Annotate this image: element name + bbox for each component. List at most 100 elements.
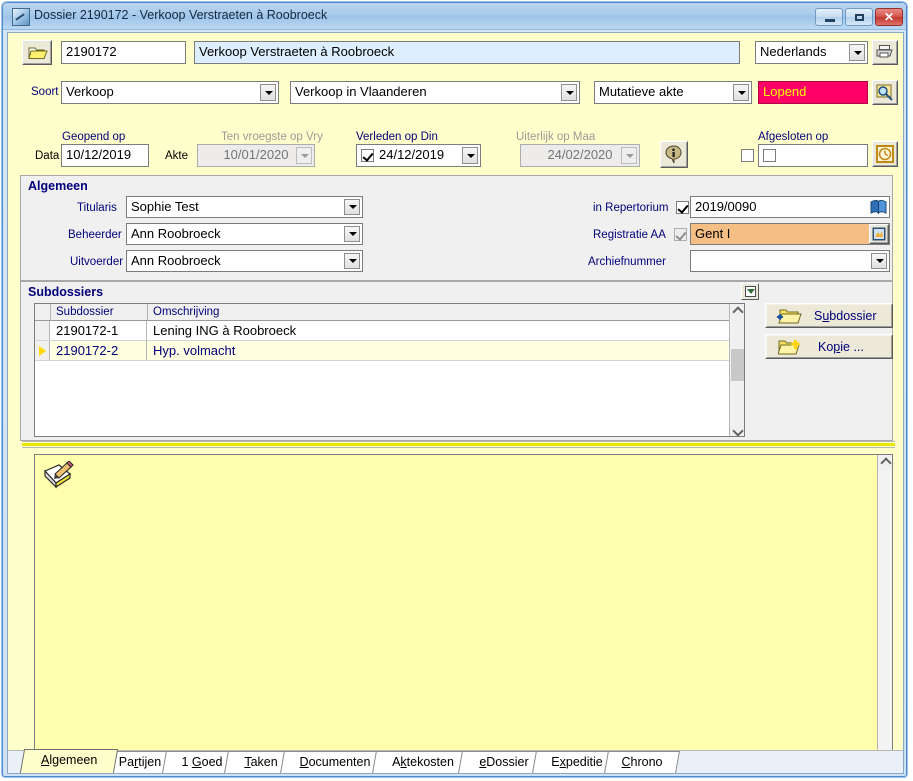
registratie-action-button[interactable] [869,224,889,244]
column-header-omschrijving[interactable]: Omschrijving [148,304,744,320]
vroegste-label: Ten vroegste op Vry [221,131,323,143]
notes-vertical-scrollbar[interactable] [877,455,892,766]
soort-detail-value: Verkoop in Vlaanderen [295,84,427,99]
cell-subdossier: 2190172-1 [51,321,147,340]
vroegste-date-picker: 10/01/2020 [197,144,315,167]
kopie-button[interactable]: Kopie ... [765,334,893,359]
print-button[interactable] [872,40,898,65]
repertorium-checkbox[interactable] [676,201,689,214]
chevron-down-icon[interactable] [849,44,865,61]
verleden-label: Verleden op Din [356,131,438,143]
beheerder-label: Beheerder [68,229,122,241]
chevron-down-icon[interactable] [733,84,749,101]
akte-type-value: Mutatieve akte [599,84,684,99]
column-header-subdossier[interactable]: Subdossier [51,304,148,320]
soort-detail-dropdown[interactable]: Verkoop in Vlaanderen [290,81,580,104]
subdossiers-grid[interactable]: Subdossier Omschrijving 2190172-1 Lening… [34,303,745,437]
tab-chrono[interactable]: Chrono [604,751,680,773]
archiefnummer-label: Archiefnummer [588,256,666,268]
printer-icon [876,45,893,58]
verleden-checkbox[interactable] [361,149,374,162]
kopie-button-label: Kopie ... [818,339,864,354]
geopend-label: Geopend op [62,131,126,143]
table-row[interactable]: 2190172-1 Lening ING à Roobroeck [35,321,744,341]
notes-separator [22,441,895,448]
uitvoerder-dropdown[interactable]: Ann Roobroeck [126,250,363,272]
beheerder-dropdown[interactable]: Ann Roobroeck [126,223,363,245]
history-button[interactable] [872,141,898,167]
chevron-down-icon[interactable] [344,199,360,215]
soort-dropdown[interactable]: Verkoop [61,81,279,104]
data-label: Data [35,150,60,162]
subdossier-button[interactable]: Subdossier [765,303,893,328]
vroegste-date-value: 10/01/2020 [223,147,289,162]
window-title: Dossier 2190172 - Verkoop Verstraeten à … [34,8,328,22]
akte-type-dropdown[interactable]: Mutatieve akte [594,81,752,104]
open-folder-icon [28,47,48,59]
close-button[interactable]: ✕ [875,8,903,26]
dossier-number-input[interactable]: 2190172 [61,41,186,64]
subdossiers-collapse-button[interactable] [741,283,759,300]
close-icon: ✕ [883,10,895,24]
collapse-all-icon [745,286,756,297]
registratie-label: Registratie AA [593,229,666,241]
subdossier-button-label: Subdossier [814,308,877,323]
table-row[interactable]: 2190172-2 Hyp. volmacht [35,341,744,361]
title-bar[interactable]: Dossier 2190172 - Verkoop Verstraeten à … [3,3,906,30]
preview-button[interactable] [872,80,898,105]
cell-omschrijving: Lening ING à Roobroeck [153,323,297,338]
afgesloten-checkbox[interactable] [763,149,776,162]
registratie-checkbox [674,228,687,241]
archiefnummer-dropdown[interactable] [690,250,890,272]
folder-add-icon [776,309,802,324]
chevron-down-icon [296,147,312,164]
scroll-up-button[interactable] [878,455,892,470]
notepad-pencil-icon [43,461,74,489]
repertorium-input[interactable]: 2019/0090 [690,196,890,218]
info-button[interactable] [660,141,688,168]
soort-label: Soort [31,86,59,98]
row-marker-selected [35,341,50,360]
scrollbar-thumb[interactable] [731,349,744,381]
chevron-down-icon[interactable] [871,253,887,269]
chevron-down-icon[interactable] [561,84,577,101]
chevron-down-icon[interactable] [344,226,360,242]
notes-editor[interactable] [34,454,893,767]
uiterlijk-date-picker: 24/02/2020 [520,144,640,167]
row-marker-column-header [35,304,51,320]
open-folder-button[interactable] [22,40,52,65]
registration-icon [872,227,886,241]
geopend-date-input[interactable]: 10/12/2019 [61,144,149,167]
folder-copy-icon [778,340,800,355]
scroll-up-button[interactable] [730,304,744,319]
app-icon [12,8,30,26]
afgesloten-enable-checkbox[interactable] [741,149,754,162]
maximize-restore-button[interactable] [845,8,873,26]
scroll-down-button[interactable] [730,421,744,436]
registratie-input[interactable]: Gent I [690,223,890,245]
titularis-value: Sophie Test [131,199,199,214]
dossier-description-input[interactable]: Verkoop Verstraeten à Roobroeck [194,41,740,64]
verleden-date-value: 24/12/2019 [379,147,445,162]
chevron-down-icon[interactable] [344,253,360,269]
uitvoerder-value: Ann Roobroeck [131,253,221,268]
afgesloten-date-input[interactable] [758,144,868,167]
minimize-button[interactable] [815,8,843,26]
tab-bar: Algemeen Partijen 1 Goed Taken Documente… [8,747,903,773]
tab-algemeen[interactable]: Algemeen [19,749,119,773]
grid-vertical-scrollbar[interactable] [729,304,744,436]
titularis-dropdown[interactable]: Sophie Test [126,196,363,218]
language-dropdown[interactable]: Nederlands [755,41,868,64]
book-icon[interactable] [870,199,887,215]
uitvoerder-label: Uitvoerder [70,256,124,268]
verleden-date-picker[interactable]: 24/12/2019 [356,144,481,167]
client-area: 2190172 Verkoop Verstraeten à Roobroeck … [7,32,904,774]
subdossiers-title: Subdossiers [28,285,104,299]
algemeen-title: Algemeen [28,179,88,193]
info-icon [665,145,682,164]
clock-icon [876,145,894,163]
uiterlijk-date-value: 24/02/2020 [547,147,613,162]
subdossiers-grid-header: Subdossier Omschrijving [35,304,744,321]
chevron-down-icon[interactable] [260,84,276,101]
chevron-down-icon[interactable] [462,147,478,164]
